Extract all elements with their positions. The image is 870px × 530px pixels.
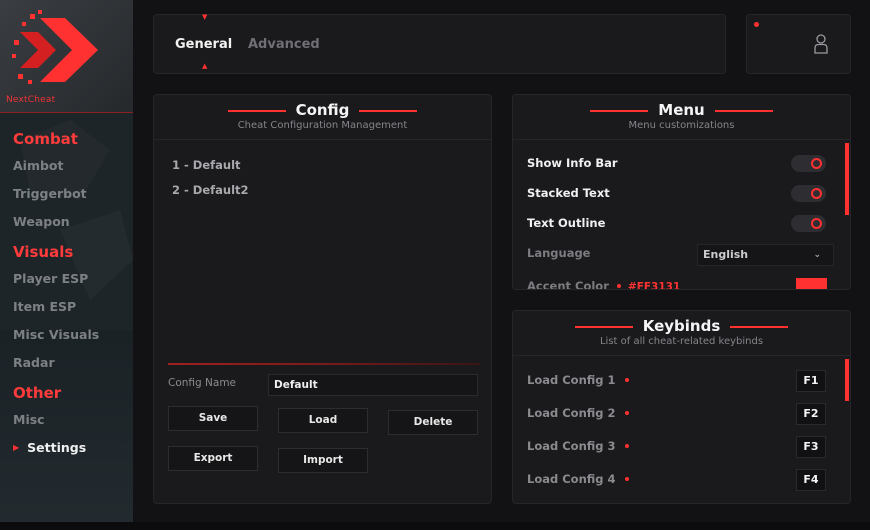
tab-marker-bottom-icon: ▲ — [202, 62, 208, 70]
keybind-row: Load Config 1 — [527, 373, 629, 387]
keybind-dot — [624, 476, 629, 481]
sidebar: NextCheat Combat Aimbot Triggerbot Weapo… — [0, 0, 133, 522]
keybind-label: Load Config 3 — [527, 439, 616, 453]
tab-advanced[interactable]: Advanced — [248, 37, 320, 52]
sidebar-item-misc[interactable]: Misc — [13, 412, 99, 427]
keybinds-subtitle: List of all cheat-related keybinds — [599, 336, 764, 347]
keybind-dot — [624, 410, 629, 415]
menu-subtitle: Menu customizations — [628, 120, 735, 131]
keybinds-header: Keybinds List of all cheat-related keybi… — [513, 316, 850, 347]
nav-group-visuals: Visuals — [13, 243, 74, 261]
accent-hex: #FF3131 — [627, 281, 681, 290]
toggle-knob — [811, 158, 822, 169]
sidebar-item-player-esp[interactable]: Player ESP — [13, 271, 99, 286]
chevron-down-icon: ⌄ — [813, 250, 821, 260]
config-name-label: Config Name — [168, 377, 237, 389]
config-name-input[interactable] — [268, 374, 478, 396]
keybind-row: Load Config 4 — [527, 472, 629, 486]
tab-general[interactable]: General — [175, 37, 232, 52]
text-outline-toggle[interactable] — [791, 215, 826, 232]
language-value: English — [703, 248, 749, 261]
nav-group-combat: Combat — [13, 130, 78, 148]
sidebar-item-item-esp[interactable]: Item ESP — [13, 299, 99, 314]
language-select[interactable]: English ⌄ — [697, 244, 834, 266]
keybind-dot — [624, 377, 629, 382]
sidebar-nav: Combat Aimbot Triggerbot Weapon Visuals … — [13, 130, 99, 468]
show-info-bar-toggle[interactable] — [791, 155, 826, 172]
sidebar-item-settings[interactable]: ▶ Settings — [13, 440, 99, 455]
menu-header: Menu Menu customizations — [513, 100, 850, 131]
divider — [168, 363, 480, 365]
divider — [513, 355, 850, 356]
logo-area: NextCheat — [0, 0, 133, 113]
keybind-label: Load Config 4 — [527, 472, 616, 486]
menu-scrollbar[interactable] — [845, 143, 849, 215]
keybind-label: Load Config 1 — [527, 373, 616, 387]
menu-panel: Menu Menu customizations Show Info Bar S… — [512, 94, 851, 290]
keybind-row: Load Config 3 — [527, 439, 629, 453]
config-header: Config Cheat Configuration Management — [154, 100, 491, 131]
config-panel: Config Cheat Configuration Management 1 … — [153, 94, 492, 504]
sidebar-item-aimbot[interactable]: Aimbot — [13, 158, 99, 173]
stacked-text-toggle[interactable] — [791, 185, 826, 202]
brand-name: NextCheat — [6, 95, 56, 105]
keybinds-panel: Keybinds List of all cheat-related keybi… — [512, 310, 851, 504]
keybind-key[interactable]: F4 — [796, 469, 826, 491]
config-entry[interactable]: 1 - Default — [172, 158, 249, 172]
divider — [513, 139, 850, 140]
config-entry[interactable]: 2 - Default2 — [172, 183, 249, 197]
nextcheat-logo-icon — [12, 10, 98, 84]
keybind-key[interactable]: F1 — [796, 370, 826, 392]
divider — [154, 139, 491, 140]
toggle-knob — [811, 218, 822, 229]
accent-color-row: Accent Color #FF3131 — [527, 279, 681, 290]
keybind-label: Load Config 2 — [527, 406, 616, 420]
bottom-strip — [0, 522, 870, 530]
user-panel[interactable] — [746, 14, 851, 74]
user-icon[interactable] — [814, 34, 828, 54]
sidebar-item-radar[interactable]: Radar — [13, 355, 99, 370]
config-title: Config — [227, 101, 418, 119]
active-indicator-icon: ▶ — [13, 443, 20, 452]
nav-group-other: Other — [13, 384, 62, 402]
toggle-knob — [811, 188, 822, 199]
tab-marker-top-icon: ▼ — [202, 13, 208, 21]
menu-title: Menu — [589, 101, 774, 119]
status-dot — [754, 22, 759, 27]
top-tabs-panel: ▼ General Advanced ▲ — [153, 13, 726, 74]
keybind-key[interactable]: F3 — [796, 436, 826, 458]
delete-button[interactable]: Delete — [388, 410, 478, 435]
option-stacked-text-label: Stacked Text — [527, 186, 610, 200]
import-button[interactable]: Import — [278, 448, 368, 473]
language-label: Language — [527, 246, 591, 260]
accent-color-label: Accent Color — [527, 279, 609, 290]
option-show-info-bar-label: Show Info Bar — [527, 156, 618, 170]
load-button[interactable]: Load — [278, 408, 368, 433]
keybind-dot — [624, 443, 629, 448]
sidebar-item-triggerbot[interactable]: Triggerbot — [13, 186, 99, 201]
accent-color-swatch[interactable] — [796, 278, 827, 289]
config-subtitle: Cheat Configuration Management — [237, 120, 408, 131]
sidebar-item-misc-visuals[interactable]: Misc Visuals — [13, 327, 99, 342]
config-list: 1 - Default 2 - Default2 — [172, 158, 249, 208]
sidebar-item-weapon[interactable]: Weapon — [13, 214, 99, 229]
keybind-row: Load Config 2 — [527, 406, 629, 420]
option-text-outline-label: Text Outline — [527, 216, 606, 230]
keybinds-title: Keybinds — [575, 317, 788, 335]
keybinds-scrollbar[interactable] — [845, 359, 849, 401]
keybind-key[interactable]: F2 — [796, 403, 826, 425]
save-button[interactable]: Save — [168, 406, 258, 431]
accent-dot — [616, 283, 621, 288]
sidebar-item-label: Settings — [27, 440, 87, 455]
export-button[interactable]: Export — [168, 446, 258, 471]
